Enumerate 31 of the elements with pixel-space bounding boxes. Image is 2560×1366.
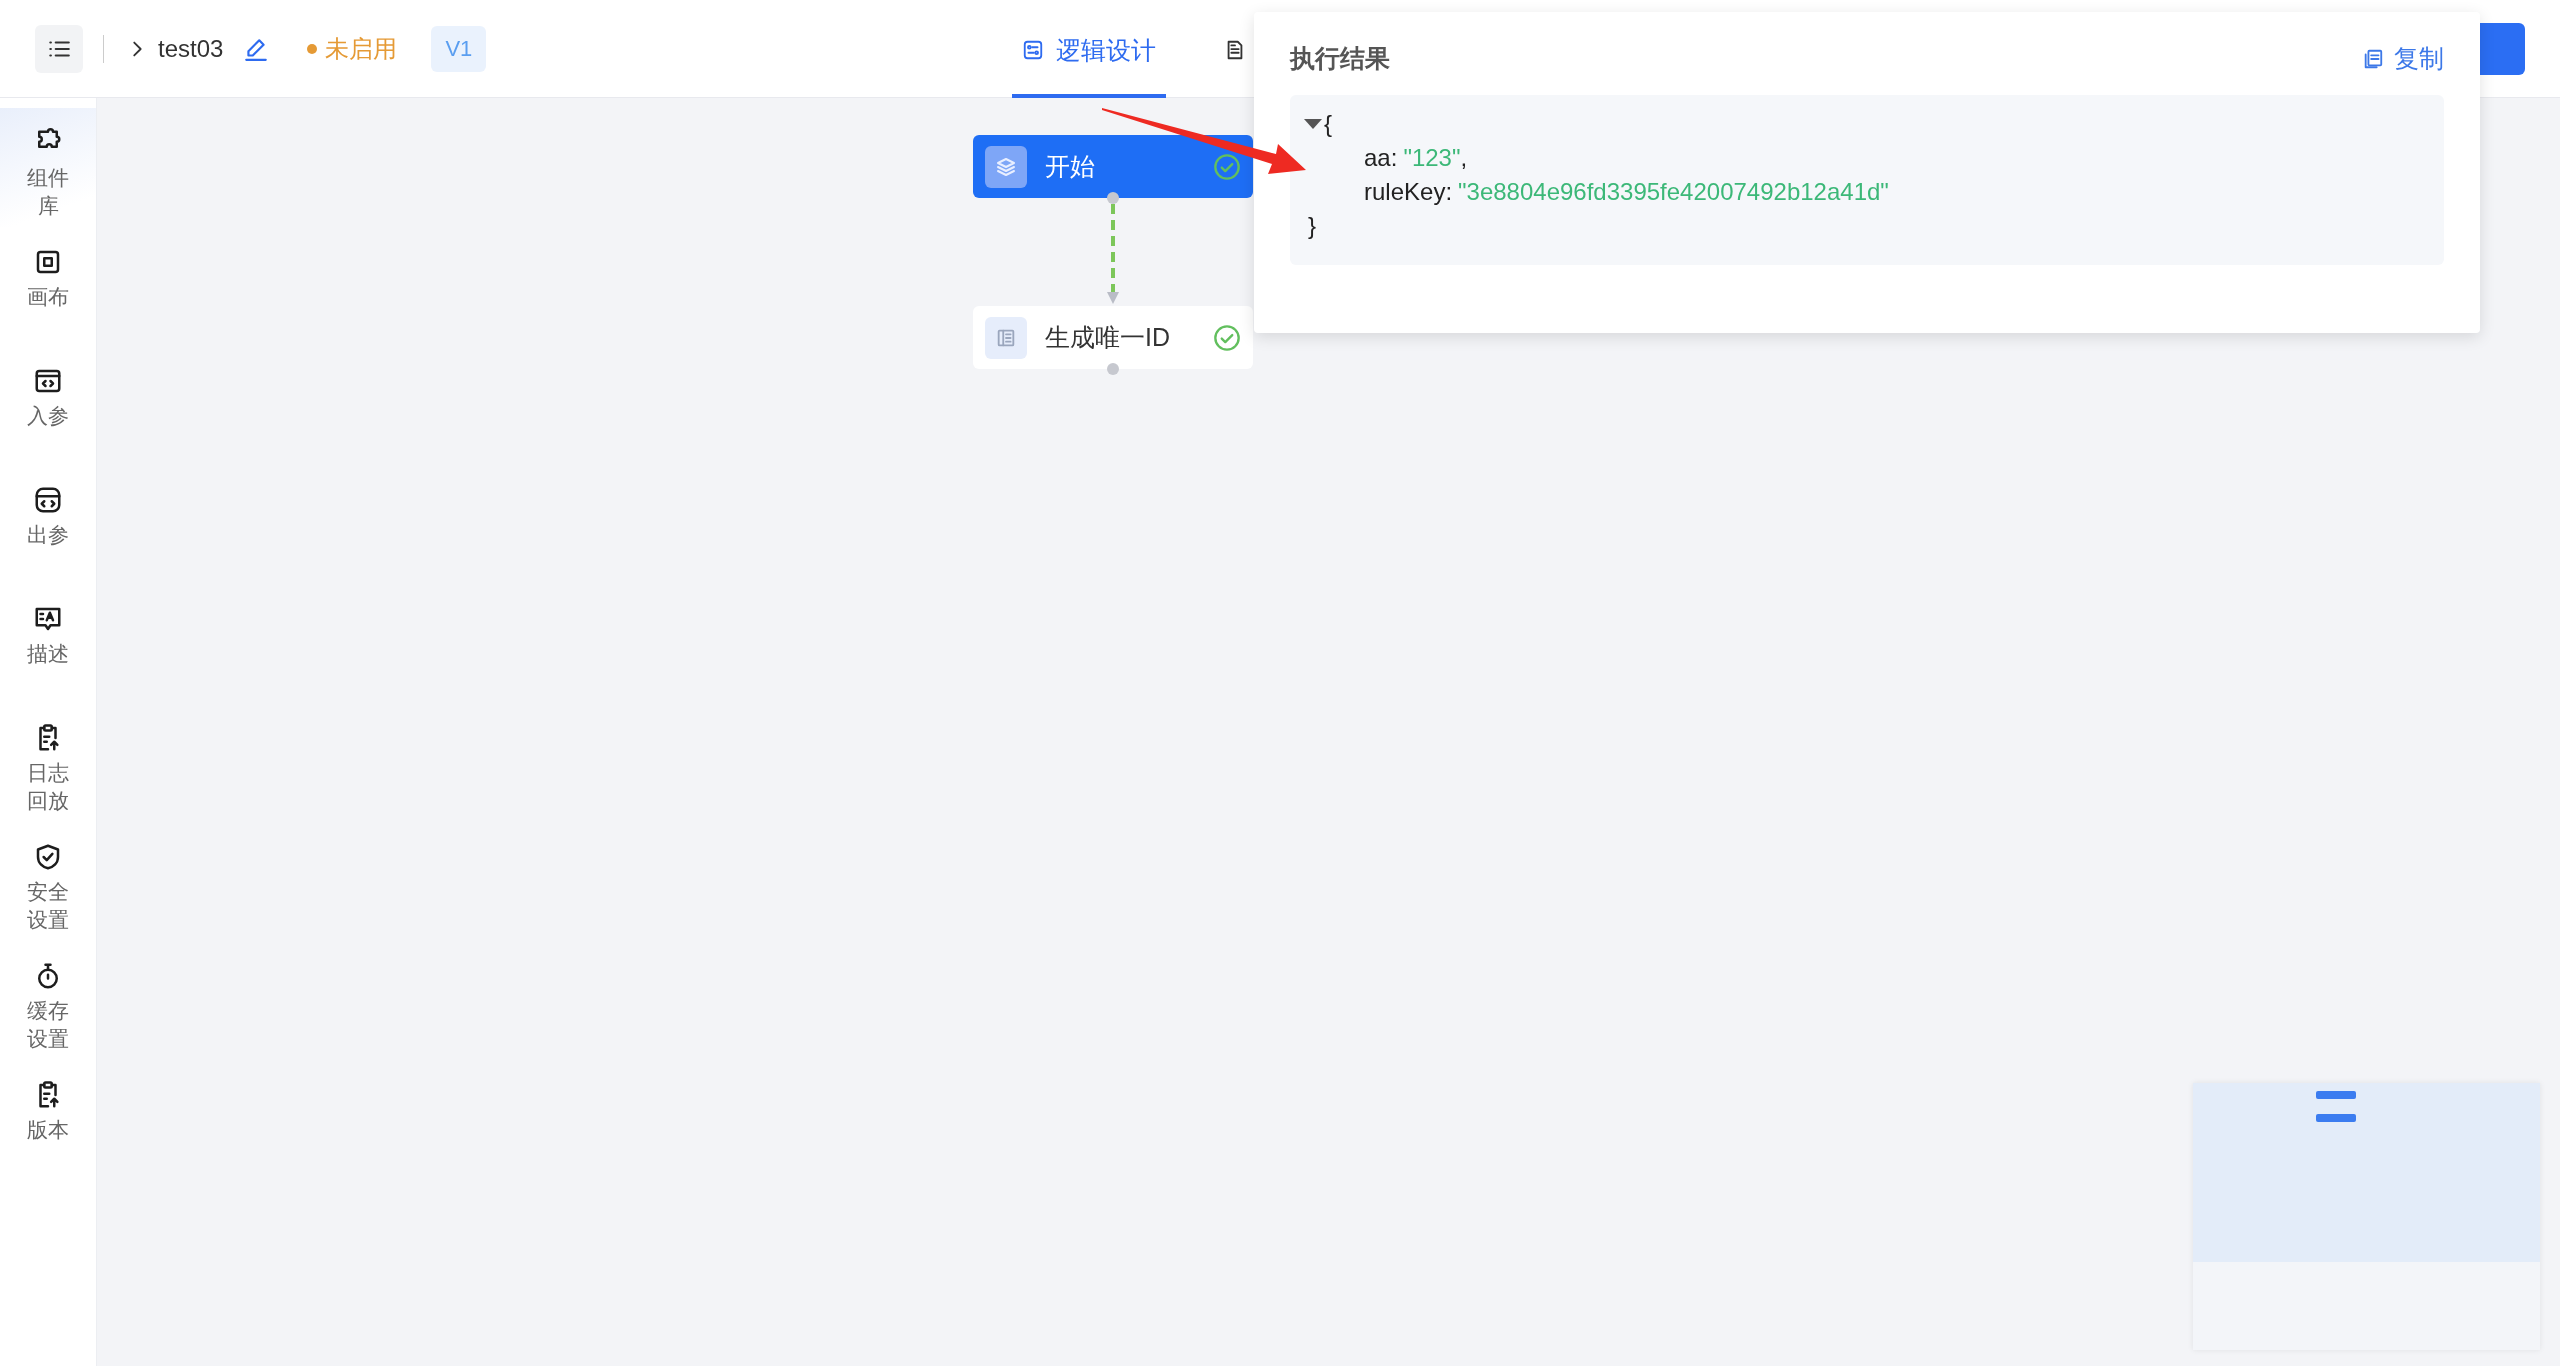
flow-title: test03 (158, 35, 224, 63)
node-label: 开始 (1045, 151, 1096, 182)
sidebar-item[interactable]: 日志回放 (0, 703, 96, 822)
menu-button[interactable] (35, 25, 83, 73)
status-label: 未启用 (325, 34, 398, 64)
version-badge: V1 (431, 26, 487, 72)
json-comma: , (1460, 143, 1468, 173)
flow-chart-icon (1022, 39, 1044, 61)
sidebar-item[interactable]: 安全设置 (0, 822, 96, 941)
node-label: 生成唯一ID (1045, 322, 1171, 353)
sidebar-item[interactable]: 描述 (0, 584, 96, 703)
expand-toggle-icon[interactable] (1304, 119, 1322, 129)
sidebar-item[interactable]: 缓存设置 (0, 941, 96, 1060)
brace: } (1308, 211, 1316, 241)
copy-icon (2362, 47, 2384, 70)
code-window-icon (33, 485, 63, 515)
flow-node[interactable]: 生成唯一ID (973, 306, 1253, 369)
brace: { (1324, 109, 1332, 139)
json-value: "123" (1403, 143, 1461, 173)
copy-button[interactable]: 复制 (2362, 42, 2444, 75)
sidebar-item[interactable]: 版本 (0, 1060, 96, 1179)
edit-button[interactable] (243, 36, 270, 62)
sidebar-item[interactable]: 入参 (0, 346, 96, 465)
json-key: ruleKey: (1364, 175, 1453, 209)
sidebar-item[interactable]: 画布 (0, 227, 96, 346)
json-key: aa: (1364, 141, 1398, 175)
start-node[interactable]: 开始 (973, 135, 1253, 198)
panel-title: 执行结果 (1290, 43, 1390, 74)
sidebar-item[interactable]: 出参 (0, 465, 96, 584)
pencil-icon (243, 36, 270, 62)
json-value: "3e8804e96fd3395fe42007492b12a41d" (1458, 177, 1889, 207)
